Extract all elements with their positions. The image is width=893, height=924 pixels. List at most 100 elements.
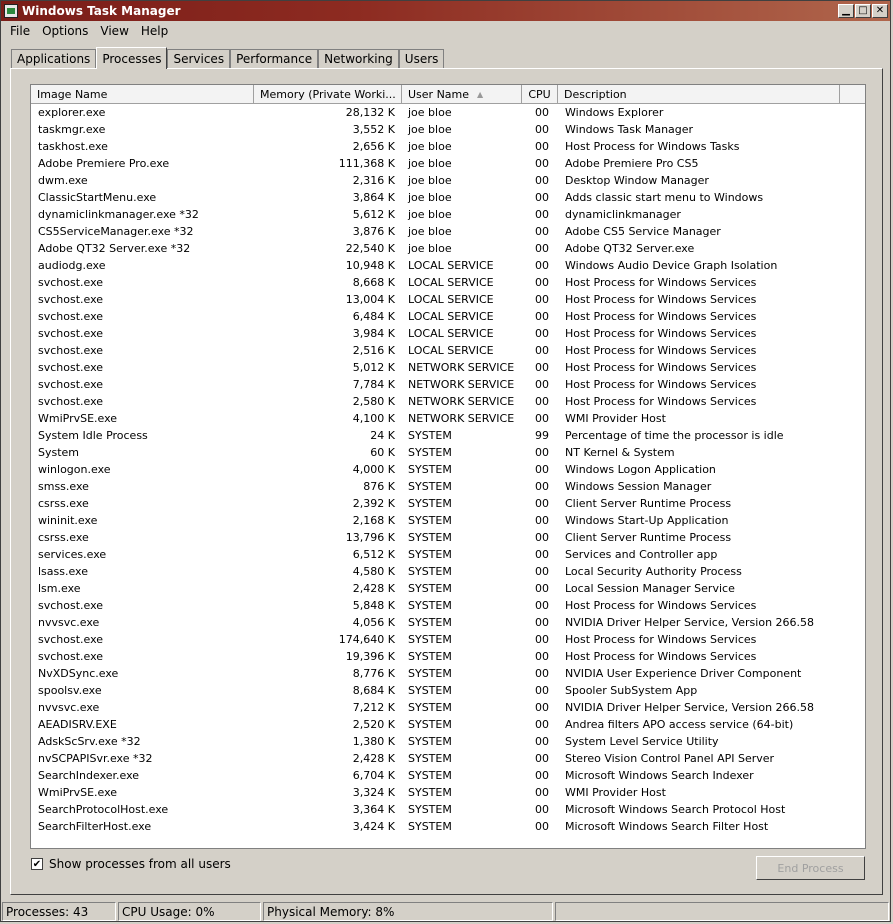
- close-icon[interactable]: ✕: [872, 4, 888, 18]
- show-all-users-option[interactable]: ✔ Show processes from all users: [31, 857, 231, 871]
- tab-services[interactable]: Services: [167, 49, 231, 68]
- maximize-icon[interactable]: □: [855, 4, 871, 18]
- table-row[interactable]: svchost.exe 6,484 K LOCAL SERVICE 00 Host Pr…: [31, 308, 865, 325]
- process-user-cell: SYSTEM: [408, 803, 452, 816]
- process-description-cell: Adds classic start menu to Windows: [565, 191, 764, 204]
- table-row[interactable]: csrss.exe 2,392 K SYSTEM 00 Client Server Ru…: [31, 495, 865, 512]
- tab-networking[interactable]: Networking: [318, 49, 399, 68]
- column-header-description[interactable]: Description: [558, 85, 840, 103]
- process-cpu-cell: 00: [535, 174, 549, 187]
- process-memory-cell: 13,004 K: [345, 293, 395, 306]
- process-description-cell: Host Process for Windows Services: [565, 599, 757, 612]
- process-memory-cell: 4,100 K: [352, 412, 395, 425]
- table-row[interactable]: svchost.exe 13,004 K LOCAL SERVICE 00 Host P…: [31, 291, 865, 308]
- menu-help[interactable]: Help: [135, 24, 174, 38]
- table-row[interactable]: Adobe Premiere Pro.exe 111,368 K joe bloe 0…: [31, 155, 865, 172]
- table-row[interactable]: lsm.exe 2,428 K SYSTEM 00 Local Session Mana…: [31, 580, 865, 597]
- table-row[interactable]: AdskScSrv.exe *32 1,380 K SYSTEM 00 System L…: [31, 733, 865, 750]
- process-name-cell: svchost.exe: [38, 395, 104, 408]
- table-row[interactable]: lsass.exe 4,580 K SYSTEM 00 Local Security A…: [31, 563, 865, 580]
- table-row[interactable]: svchost.exe 19,396 K SYSTEM 00 Host Process …: [31, 648, 865, 665]
- process-cpu-cell: 99: [535, 429, 549, 442]
- process-memory-cell: 2,168 K: [352, 514, 395, 527]
- table-row[interactable]: CS5ServiceManager.exe *32 3,876 K joe bloe…: [31, 223, 865, 240]
- table-row[interactable]: WmiPrvSE.exe 4,100 K NETWORK SERVICE 00 WMI …: [31, 410, 865, 427]
- table-row[interactable]: NvXDSync.exe 8,776 K SYSTEM 00 NVIDIA User E…: [31, 665, 865, 682]
- process-name-cell: spoolsv.exe: [38, 684, 102, 697]
- table-row[interactable]: audiodg.exe 10,948 K LOCAL SERVICE 00 Window…: [31, 257, 865, 274]
- table-row[interactable]: csrss.exe 13,796 K SYSTEM 00 Client Server R…: [31, 529, 865, 546]
- process-cpu-cell: 00: [535, 701, 549, 714]
- process-cpu-cell: 00: [535, 259, 549, 272]
- table-row[interactable]: ClassicStartMenu.exe 3,864 K joe bloe 00 Add…: [31, 189, 865, 206]
- title-bar[interactable]: Windows Task Manager ▁ □ ✕: [1, 1, 890, 21]
- end-process-button[interactable]: End Process: [756, 856, 865, 880]
- table-row[interactable]: spoolsv.exe 8,684 K SYSTEM 00 Spooler SubSys…: [31, 682, 865, 699]
- table-row[interactable]: System 60 K SYSTEM 00 NT Kernel & System: [31, 444, 865, 461]
- table-row[interactable]: WmiPrvSE.exe 3,324 K SYSTEM 00 WMI Provider …: [31, 784, 865, 801]
- minimize-icon[interactable]: ▁: [838, 4, 854, 18]
- status-empty: [555, 902, 889, 921]
- table-row[interactable]: taskmgr.exe 3,552 K joe bloe 00 Windows Task…: [31, 121, 865, 138]
- tab-processes[interactable]: Processes: [96, 47, 168, 69]
- table-row[interactable]: services.exe 6,512 K SYSTEM 00 Services and …: [31, 546, 865, 563]
- process-memory-cell: 3,864 K: [352, 191, 395, 204]
- process-description-cell: Host Process for Windows Services: [565, 344, 757, 357]
- table-row[interactable]: svchost.exe 8,668 K LOCAL SERVICE 00 Host Pr…: [31, 274, 865, 291]
- status-processes: Processes: 43: [2, 902, 116, 921]
- menu-options[interactable]: Options: [36, 24, 94, 38]
- process-description-cell: Microsoft Windows Search Protocol Host: [565, 803, 786, 816]
- table-row[interactable]: svchost.exe 5,848 K SYSTEM 00 Host Process f…: [31, 597, 865, 614]
- column-header-image-name[interactable]: Image Name: [31, 85, 254, 103]
- table-row[interactable]: explorer.exe 28,132 K joe bloe 00 Windows Ex…: [31, 104, 865, 121]
- column-header-empty: [840, 85, 865, 103]
- table-row[interactable]: SearchProtocolHost.exe 3,364 K SYSTEM 00 Mic…: [31, 801, 865, 818]
- tab-users[interactable]: Users: [398, 49, 445, 68]
- table-row[interactable]: winlogon.exe 4,000 K SYSTEM 00 Windows Logon…: [31, 461, 865, 478]
- table-row[interactable]: nvvsvc.exe 4,056 K SYSTEM 00 NVIDIA Driver H…: [31, 614, 865, 631]
- table-row[interactable]: AEADISRV.EXE 2,520 K SYSTEM 00 Andrea filter…: [31, 716, 865, 733]
- menu-view[interactable]: View: [94, 24, 134, 38]
- process-memory-cell: 3,324 K: [352, 786, 395, 799]
- process-list[interactable]: Image Name Memory (Private Worki... User…: [30, 84, 866, 849]
- table-row[interactable]: svchost.exe 2,580 K NETWORK SERVICE 00 Host …: [31, 393, 865, 410]
- table-row[interactable]: taskhost.exe 2,656 K joe bloe 00 Host Proces…: [31, 138, 865, 155]
- table-row[interactable]: nvSCPAPISvr.exe *32 2,428 K SYSTEM 00 Stereo…: [31, 750, 865, 767]
- process-user-cell: SYSTEM: [408, 531, 452, 544]
- table-row[interactable]: dwm.exe 2,316 K joe bloe 00 Desktop Window M…: [31, 172, 865, 189]
- show-all-users-checkbox[interactable]: ✔: [31, 858, 43, 870]
- column-header-memory[interactable]: Memory (Private Worki...: [254, 85, 402, 103]
- list-header: Image Name Memory (Private Worki... User…: [31, 85, 865, 104]
- process-user-cell: SYSTEM: [408, 786, 452, 799]
- process-memory-cell: 28,132 K: [345, 106, 395, 119]
- process-user-cell: SYSTEM: [408, 497, 452, 510]
- table-row[interactable]: Adobe QT32 Server.exe *32 22,540 K joe blo…: [31, 240, 865, 257]
- tab-applications[interactable]: Applications: [11, 49, 97, 68]
- table-row[interactable]: nvvsvc.exe 7,212 K SYSTEM 00 NVIDIA Driver H…: [31, 699, 865, 716]
- process-description-cell: Microsoft Windows Search Filter Host: [565, 820, 769, 833]
- process-memory-cell: 19,396 K: [345, 650, 395, 663]
- column-header-user-name[interactable]: User Name ▲: [402, 85, 522, 103]
- status-bar: Processes: 43 CPU Usage: 0% Physical Mem…: [2, 902, 891, 921]
- table-row[interactable]: svchost.exe 5,012 K NETWORK SERVICE 00 Host …: [31, 359, 865, 376]
- table-row[interactable]: dynamiclinkmanager.exe *32 5,612 K joe blo…: [31, 206, 865, 223]
- table-row[interactable]: svchost.exe 7,784 K NETWORK SERVICE 00 Host …: [31, 376, 865, 393]
- table-row[interactable]: smss.exe 876 K SYSTEM 00 Windows Session Man…: [31, 478, 865, 495]
- menu-file[interactable]: File: [4, 24, 36, 38]
- table-row[interactable]: wininit.exe 2,168 K SYSTEM 00 Windows Start-…: [31, 512, 865, 529]
- process-user-cell: SYSTEM: [408, 684, 452, 697]
- process-cpu-cell: 00: [535, 242, 549, 255]
- process-memory-cell: 3,364 K: [352, 803, 395, 816]
- process-memory-cell: 876 K: [363, 480, 395, 493]
- process-user-cell: SYSTEM: [408, 633, 452, 646]
- table-row[interactable]: System Idle Process 24 K SYSTEM 99 Percentag…: [31, 427, 865, 444]
- column-header-cpu[interactable]: CPU: [522, 85, 558, 103]
- process-description-cell: Host Process for Windows Services: [565, 650, 757, 663]
- table-row[interactable]: svchost.exe 174,640 K SYSTEM 00 Host Process…: [31, 631, 865, 648]
- table-row[interactable]: SearchIndexer.exe 6,704 K SYSTEM 00 Microsof…: [31, 767, 865, 784]
- table-row[interactable]: svchost.exe 2,516 K LOCAL SERVICE 00 Host Pr…: [31, 342, 865, 359]
- tab-performance[interactable]: Performance: [230, 49, 319, 68]
- process-memory-cell: 5,612 K: [352, 208, 395, 221]
- table-row[interactable]: SearchFilterHost.exe 3,424 K SYSTEM 00 Micro…: [31, 818, 865, 835]
- table-row[interactable]: svchost.exe 3,984 K LOCAL SERVICE 00 Host Pr…: [31, 325, 865, 342]
